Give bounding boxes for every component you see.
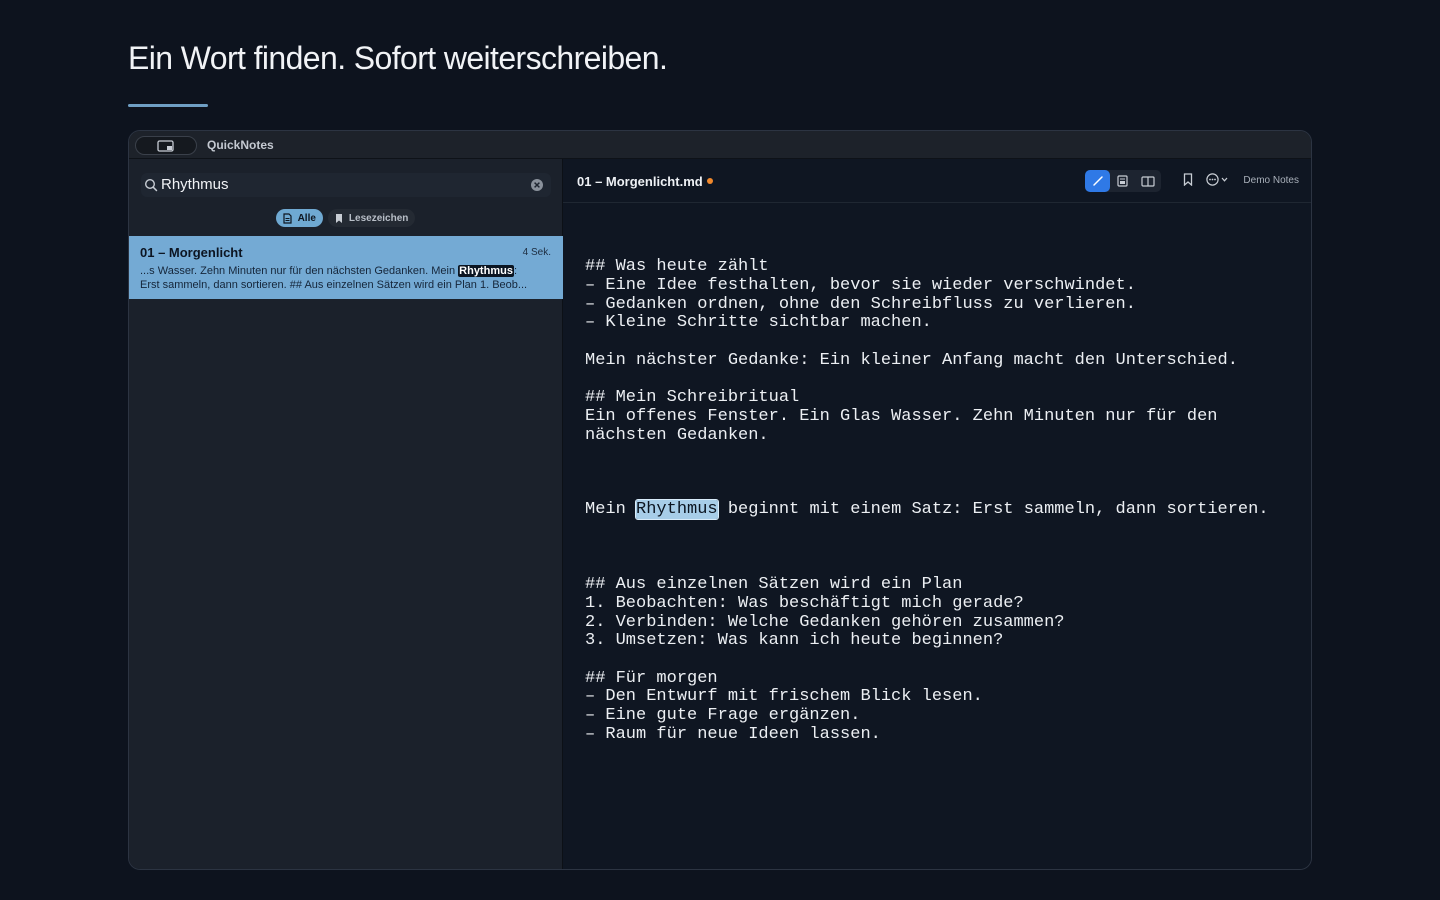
title-bar: QuickNotes: [129, 131, 1311, 159]
vault-name: Demo Notes: [1243, 175, 1299, 186]
editor-text-area[interactable]: ## Was heute zählt – Eine Idee festhalten…: [585, 221, 1291, 782]
mode-preview-button[interactable]: [1110, 170, 1135, 192]
filter-bar: Alle Lesezeichen: [129, 209, 562, 227]
chevron-down-icon: [1221, 177, 1228, 182]
result-time: 4 Sek.: [522, 247, 551, 258]
search-input[interactable]: [161, 176, 521, 193]
editor-line: ## Mein Schreibritual: [585, 388, 800, 408]
result-snippet: ...s Wasser. Zehn Minuten nur für den nä…: [140, 264, 552, 292]
bookmark-icon[interactable]: [1183, 173, 1193, 186]
editor-header: 01 – Morgenlicht.md Demo Notes: [563, 159, 1311, 203]
sidebar-icon: [157, 139, 174, 152]
preview-icon: [1117, 175, 1128, 187]
editor-line: ## Was heute zählt: [585, 257, 769, 277]
editor-line: – Eine gute Frage ergänzen.: [585, 705, 861, 725]
clear-icon[interactable]: [530, 178, 544, 192]
highlight-after: beginnt mit einem Satz: Erst sammeln, da…: [717, 500, 1269, 520]
editor-pane: 01 – Morgenlicht.md Demo Notes ## Was he…: [563, 159, 1311, 869]
bookmark-icon: [335, 213, 342, 223]
snippet-line-1: ...s Wasser. Zehn Minuten nur für den nä…: [140, 264, 552, 278]
unsaved-indicator: [707, 178, 713, 184]
search-result-item[interactable]: 01 – Morgenlicht 4 Sek. ...s Wasser. Zeh…: [129, 236, 563, 299]
snippet-after: :: [513, 265, 517, 277]
editor-line: – Eine Idee festhalten, bevor sie wieder…: [585, 276, 1136, 296]
editor-line: – Raum für neue Ideen lassen.: [585, 724, 881, 744]
editor-line: – Den Entwurf mit frischem Blick lesen.: [585, 687, 983, 707]
result-title: 01 – Morgenlicht: [140, 245, 243, 260]
filter-bookmarks-label: Lesezeichen: [348, 212, 409, 224]
filter-bookmarks[interactable]: Lesezeichen: [327, 209, 416, 227]
highlight-before: Mein: [585, 500, 637, 520]
ellipsis-circle-icon: [1206, 173, 1219, 186]
filter-all-label: Alle: [297, 212, 316, 224]
sidebar: Alle Lesezeichen 01 – Morgenlicht 4 Sek.…: [129, 159, 563, 869]
snippet-before: ...s Wasser. Zehn Minuten nur für den nä…: [140, 265, 459, 277]
filter-all[interactable]: Alle: [275, 209, 323, 227]
search-icon: [144, 178, 158, 192]
editor-line: – Gedanken ordnen, ohne den Schreibfluss…: [585, 294, 1136, 314]
mode-edit-button[interactable]: [1085, 170, 1110, 192]
editor-line: Mein nächster Gedanke: Ein kleiner Anfan…: [585, 350, 1238, 370]
editor-line-highlight: Mein Rhythmus beginnt mit einem Satz: Er…: [585, 499, 1291, 521]
headline-underline: [128, 104, 208, 107]
app-title: QuickNotes: [207, 138, 274, 152]
editor-line: 2. Verbinden: Welche Gedanken gehören zu…: [585, 612, 1065, 632]
mode-split-button[interactable]: [1135, 170, 1160, 192]
editor-lines-bottom: ## Aus einzelnen Sätzen wird ein Plan 1. …: [585, 557, 1291, 744]
pencil-icon: [1092, 176, 1103, 186]
snippet-match: Rhythmus: [458, 265, 514, 277]
document-icon: [282, 212, 292, 224]
snippet-line-2: Erst sammeln, dann sortieren. ## Aus ein…: [140, 279, 528, 291]
more-menu-button[interactable]: [1206, 173, 1228, 186]
editor-line: – Kleine Schritte sichtbar machen.: [585, 313, 932, 333]
view-mode-group: [1085, 170, 1161, 192]
split-view-icon: [1140, 175, 1155, 187]
app-window: QuickNotes Alle: [128, 130, 1312, 870]
editor-line: ## Aus einzelnen Sätzen wird ein Plan: [585, 575, 963, 595]
search-box[interactable]: [141, 173, 551, 197]
editor-line: 3. Umsetzen: Was kann ich heute beginnen…: [585, 631, 1004, 651]
file-name: 01 – Morgenlicht.md: [577, 174, 703, 189]
search-match-highlight: Rhythmus: [635, 499, 719, 521]
editor-line: 1. Beobachten: Was beschäftigt mich gera…: [585, 593, 1024, 613]
headline: Ein Wort finden. Sofort weiterschreiben.: [128, 40, 668, 76]
sidebar-toggle-button[interactable]: [135, 136, 197, 155]
editor-line: ## Für morgen: [585, 668, 718, 688]
editor-line: nächsten Gedanken.: [585, 425, 769, 445]
editor-lines-top: ## Was heute zählt – Eine Idee festhalten…: [585, 258, 1291, 464]
editor-line: Ein offenes Fenster. Ein Glas Wasser. Ze…: [585, 406, 1218, 426]
